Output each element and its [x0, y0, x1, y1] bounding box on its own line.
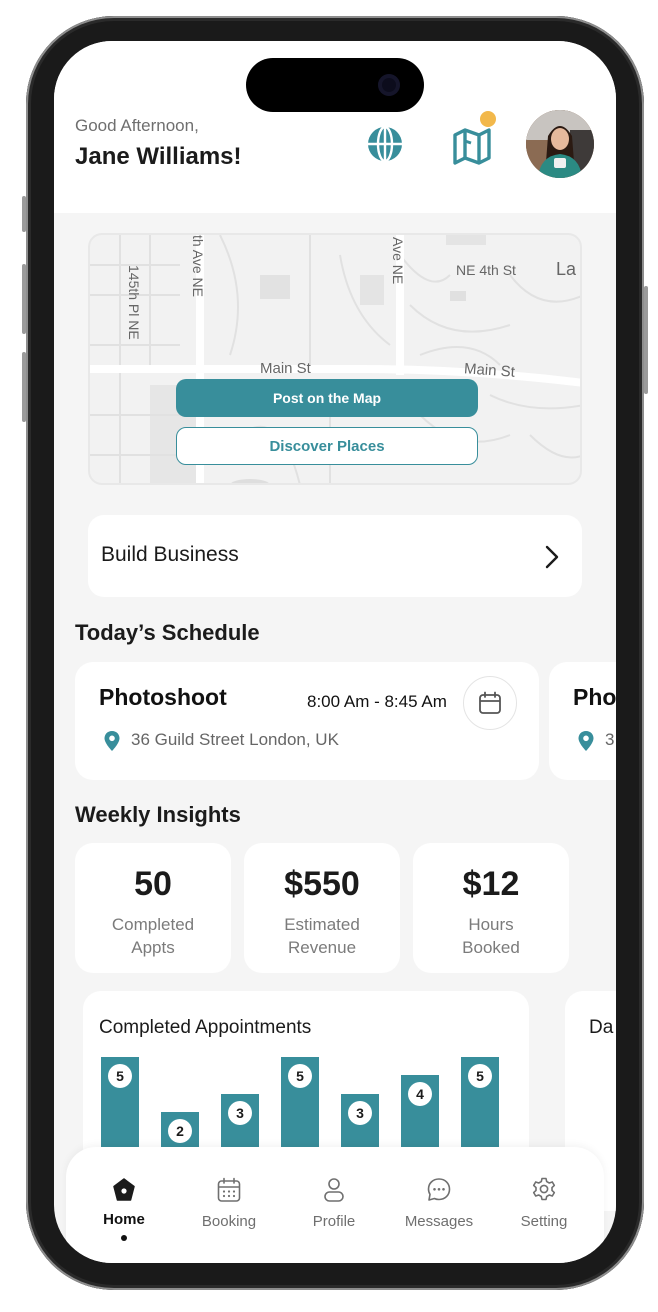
schedule-card-peek[interactable]: Pho 3	[549, 662, 616, 780]
tab-label: Profile	[312, 1213, 356, 1230]
schedule-location: 3	[605, 730, 615, 749]
schedule-time: 8:00 Am - 8:45 Am	[307, 692, 447, 711]
power-button	[644, 286, 648, 394]
tab-label: Booking	[201, 1213, 257, 1230]
insights-section-title: Weekly Insights	[75, 802, 241, 827]
schedule-title: Photoshoot	[99, 684, 227, 710]
tab-setting[interactable]: Setting	[494, 1147, 594, 1263]
build-business-card[interactable]: Build Business	[88, 515, 582, 597]
insight-label: Completed Appts	[75, 913, 231, 959]
map-street-label: th Ave NE	[190, 235, 206, 298]
chart-data-label: 4	[408, 1082, 432, 1106]
insight-value: 50	[134, 865, 172, 903]
tab-booking[interactable]: Booking	[179, 1147, 279, 1263]
notification-dot	[480, 111, 496, 127]
map-street-label: Main St	[463, 360, 516, 381]
location-pin-icon	[578, 731, 594, 751]
tab-home[interactable]: Home	[74, 1147, 174, 1263]
tab-messages[interactable]: Messages	[389, 1147, 489, 1263]
insight-card-appointments[interactable]: 50 Completed Appts	[75, 843, 231, 973]
chart-title: Completed Appointments	[99, 1017, 312, 1038]
greeting-text: Good Afternoon,	[75, 116, 199, 135]
gear-icon	[532, 1177, 556, 1201]
insight-value: $550	[284, 865, 360, 903]
app-screen: Good Afternoon, Jane Williams! 145th Pl …	[54, 41, 616, 1263]
chart-title: Da	[589, 1017, 614, 1038]
insight-label-line2: Appts	[131, 938, 175, 957]
insight-label-line1: Estimated	[284, 915, 360, 934]
avatar[interactable]	[526, 110, 594, 178]
insight-card-revenue[interactable]: $550 Estimated Revenue	[244, 843, 400, 973]
map-street-label: La	[556, 259, 577, 279]
chart-data-label: 2	[168, 1119, 192, 1143]
location-pin-icon	[104, 731, 120, 751]
insight-label: Estimated Revenue	[244, 913, 400, 959]
map-icon[interactable]	[452, 127, 492, 165]
calendar-button[interactable]	[463, 676, 517, 730]
map-street-label: Ave NE	[390, 237, 406, 285]
globe-icon[interactable]	[366, 125, 404, 163]
tab-profile[interactable]: Profile	[284, 1147, 384, 1263]
insight-value: $12	[462, 865, 520, 903]
map-street-label: NE 4th St	[456, 262, 516, 278]
chart-data-label: 3	[228, 1101, 252, 1125]
map-view[interactable]: 145th Pl NE th Ave NE Ave NE NE 4th St L…	[88, 233, 582, 485]
post-on-map-button[interactable]: Post on the Map	[176, 379, 478, 417]
calendar-icon	[217, 1177, 241, 1202]
tab-label: Home	[103, 1211, 145, 1228]
schedule-title: Pho	[573, 684, 616, 710]
dynamic-island	[246, 58, 424, 112]
chart-data-label: 5	[288, 1064, 312, 1088]
schedule-location: 36 Guild Street London, UK	[131, 730, 339, 749]
calendar-icon	[479, 691, 501, 714]
schedule-section-title: Today’s Schedule	[75, 620, 260, 645]
front-camera	[378, 74, 400, 96]
insight-card-hours[interactable]: $12 Hours Booked	[413, 843, 569, 973]
volume-down-button	[22, 352, 26, 422]
chart-data-label: 5	[468, 1064, 492, 1088]
home-icon	[113, 1178, 135, 1201]
discover-places-button[interactable]: Discover Places	[176, 427, 478, 465]
tab-label: Messages	[404, 1213, 474, 1230]
insight-label: Hours Booked	[413, 913, 569, 959]
build-business-label: Build Business	[101, 543, 239, 566]
chart-data-label: 5	[108, 1064, 132, 1088]
map-street-label: Main St	[260, 360, 311, 377]
schedule-card[interactable]: Photoshoot 8:00 Am - 8:45 Am 36 Guild St…	[75, 662, 539, 780]
tab-label: Setting	[520, 1213, 568, 1230]
bottom-tab-bar: Home Booking Profile Messages Setting	[66, 1147, 604, 1263]
volume-up-button	[22, 264, 26, 334]
insight-label-line1: Completed	[111, 915, 195, 934]
insight-label-line2: Revenue	[287, 938, 357, 957]
insight-label-line1: Hours	[468, 915, 514, 934]
map-street-label: 145th Pl NE	[126, 265, 142, 340]
silent-switch	[22, 196, 26, 232]
chevron-right-icon	[545, 545, 559, 569]
chat-icon	[427, 1178, 451, 1201]
chart-data-label: 3	[348, 1101, 372, 1125]
active-indicator	[121, 1235, 127, 1241]
insight-label-line2: Booked	[462, 938, 520, 957]
user-name: Jane Williams!	[75, 143, 242, 170]
profile-icon	[324, 1178, 344, 1202]
